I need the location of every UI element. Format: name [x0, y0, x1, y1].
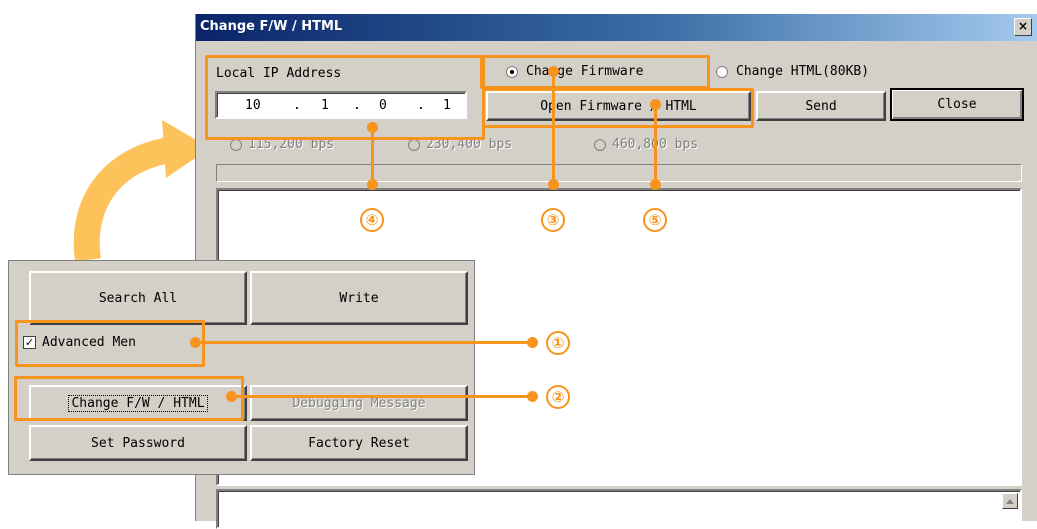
- factory-reset-label: Factory Reset: [308, 435, 410, 451]
- send-label: Send: [805, 98, 837, 114]
- close-icon[interactable]: ×: [1014, 18, 1032, 36]
- dialog-titlebar: Change F/W / HTML ×: [196, 14, 1037, 41]
- radio-button-icon: [716, 65, 728, 78]
- set-password-button[interactable]: Set Password: [29, 425, 247, 461]
- status-area[interactable]: [216, 489, 1022, 529]
- main-button-panel: Search All Write ✓ Advanced Men Change F…: [8, 260, 475, 475]
- baud-460800-radio[interactable]: 460,800 bps: [594, 137, 698, 152]
- callout-dot: [548, 179, 559, 190]
- callout-dot: [527, 391, 538, 402]
- callout-box-advanced-menu: [15, 320, 205, 367]
- radio-change-html[interactable]: Change HTML(80KB): [716, 64, 869, 79]
- search-all-button[interactable]: Search All: [29, 271, 247, 325]
- callout-line: [654, 105, 657, 184]
- radio-button-icon: [594, 138, 606, 151]
- search-all-label: Search All: [98, 290, 178, 306]
- callout-line: [232, 395, 532, 398]
- callout-dot: [650, 179, 661, 190]
- callout-dot: [367, 179, 378, 190]
- radio-change-html-label: Change HTML(80KB): [736, 64, 870, 79]
- write-button[interactable]: Write: [250, 271, 468, 325]
- callout-number-4: ④: [360, 208, 384, 232]
- progress-bar: [216, 164, 1022, 182]
- radio-button-icon: [408, 138, 420, 151]
- close-label: Close: [937, 97, 977, 112]
- scroll-up-arrow-icon[interactable]: [1002, 493, 1018, 509]
- callout-dot: [527, 337, 538, 348]
- callout-number-3: ③: [541, 208, 565, 232]
- set-password-label: Set Password: [91, 435, 185, 451]
- callout-box-local-ip: [205, 55, 485, 140]
- callout-number-2: ②: [546, 385, 570, 409]
- dialog-title: Change F/W / HTML: [200, 19, 343, 34]
- callout-number-5: ⑤: [643, 208, 667, 232]
- close-button[interactable]: Close: [890, 88, 1024, 121]
- callout-box-change-firmware: [480, 55, 710, 89]
- callout-line: [196, 341, 532, 344]
- debugging-message-button[interactable]: Debugging Message: [250, 385, 468, 421]
- callout-box-open-firmware: [482, 88, 754, 128]
- radio-button-icon: [230, 138, 242, 151]
- callout-line: [371, 128, 374, 184]
- callout-number-1: ①: [546, 331, 570, 355]
- write-label: Write: [339, 290, 379, 306]
- callout-box-change-fw-button: [14, 376, 244, 421]
- factory-reset-button[interactable]: Factory Reset: [250, 425, 468, 461]
- send-button[interactable]: Send: [756, 91, 886, 121]
